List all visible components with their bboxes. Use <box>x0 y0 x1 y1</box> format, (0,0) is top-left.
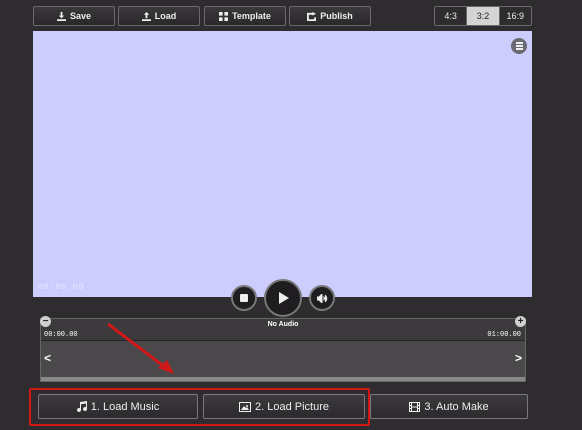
grid-icon <box>219 11 229 21</box>
preview-canvas[interactable]: 00:00.00 <box>33 31 532 297</box>
zoom-in-button[interactable]: + <box>515 316 526 327</box>
timeline-start-time: 00:00.00 <box>44 331 78 339</box>
volume-icon <box>316 293 327 303</box>
save-label: Save <box>69 11 92 21</box>
download-icon <box>56 11 66 21</box>
publish-label: Publish <box>320 11 353 21</box>
auto-make-label: 3. Auto Make <box>424 400 489 413</box>
scroll-left-icon[interactable]: < <box>44 351 51 365</box>
save-button[interactable]: Save <box>33 6 115 26</box>
play-icon <box>279 292 289 304</box>
load-label: Load <box>154 11 177 21</box>
load-picture-label: 2. Load Picture <box>255 400 329 413</box>
menu-icon[interactable] <box>511 38 527 54</box>
zoom-out-button[interactable]: − <box>40 316 51 327</box>
film-icon <box>409 401 421 412</box>
publish-button[interactable]: Publish <box>289 6 371 26</box>
stop-button[interactable] <box>231 285 257 311</box>
upload-icon <box>141 11 151 21</box>
load-picture-button[interactable]: 2. Load Picture <box>203 394 365 419</box>
stop-icon <box>240 294 248 302</box>
play-button[interactable] <box>264 279 302 317</box>
timeline-end-time: 01:00.00 <box>487 331 521 339</box>
load-music-button[interactable]: 1. Load Music <box>38 394 198 419</box>
annotation-arrow <box>107 322 174 374</box>
template-label: Template <box>232 11 271 21</box>
share-icon <box>307 11 317 21</box>
scroll-right-icon[interactable]: > <box>515 351 522 365</box>
auto-make-button[interactable]: 3. Auto Make <box>370 394 528 419</box>
aspect-ratio-group: 4:3 3:2 16:9 <box>434 6 532 26</box>
music-icon <box>76 401 87 412</box>
load-button[interactable]: Load <box>118 6 200 26</box>
ratio-3-2-button[interactable]: 3:2 <box>467 7 500 25</box>
template-button[interactable]: Template <box>204 6 286 26</box>
canvas-time: 00:00.00 <box>38 283 85 292</box>
ratio-4-3-button[interactable]: 4:3 <box>435 7 468 25</box>
load-music-label: 1. Load Music <box>90 400 160 413</box>
picture-icon <box>239 401 251 412</box>
ratio-16-9-button[interactable]: 16:9 <box>499 7 531 25</box>
volume-button[interactable] <box>309 285 335 311</box>
